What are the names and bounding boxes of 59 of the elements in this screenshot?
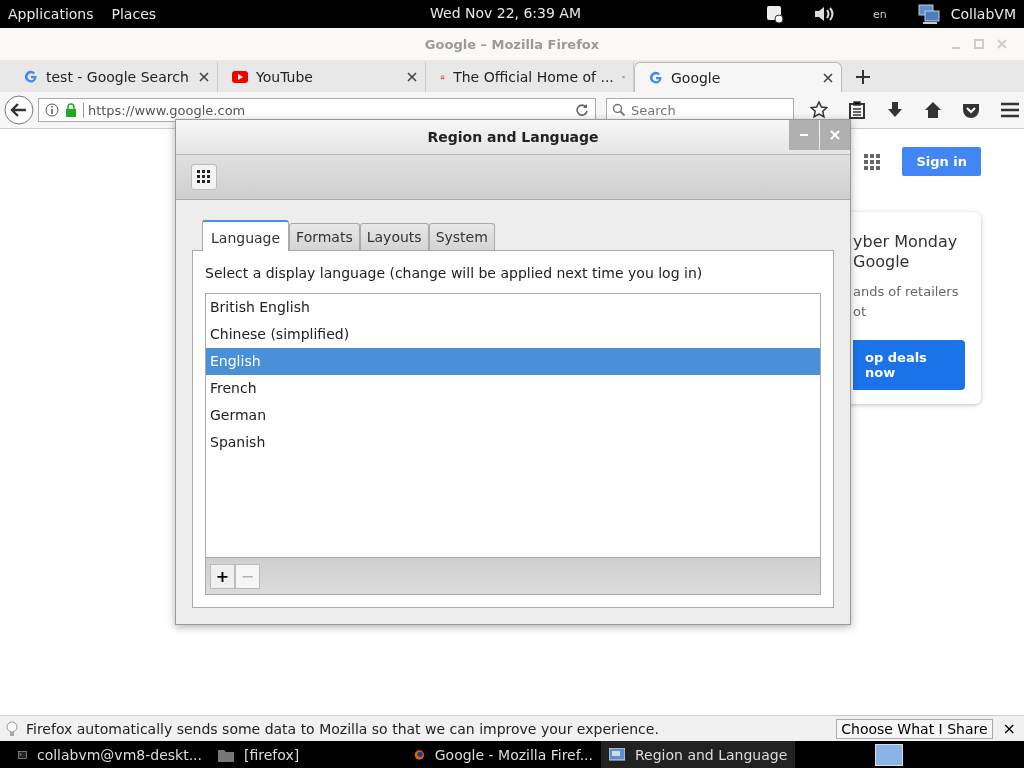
promo-text: ands of retailers — [853, 283, 960, 301]
dialog-tab[interactable]: Language — [202, 220, 290, 251]
promo-title: yber Monday — [853, 232, 959, 252]
dialog-tab[interactable]: Formats — [289, 223, 360, 250]
language-item[interactable]: German — [206, 402, 820, 429]
dialog-tab[interactable]: System — [428, 223, 495, 250]
promo-text: ot — [853, 303, 868, 321]
folder-icon — [218, 747, 234, 762]
clock[interactable]: Wed Nov 22, 6:39 AM — [430, 5, 581, 21]
taskbar-item[interactable]: Google - Mozilla Firef... — [406, 741, 601, 768]
clipboard-icon[interactable] — [848, 101, 866, 119]
back-icon[interactable] — [4, 95, 34, 125]
window-title: Google – Mozilla Firefox — [424, 36, 600, 52]
new-tab-icon[interactable] — [856, 70, 870, 84]
workspace-switcher[interactable] — [875, 743, 904, 766]
notification-text: Firefox automatically sends some data to Mozilla so that we can improve your experience. — [26, 720, 659, 737]
taskbar-item[interactable]: Region and Language — [601, 741, 796, 768]
google-icon — [24, 70, 38, 84]
language-item[interactable]: French — [206, 375, 820, 402]
sign-in-button[interactable]: Sign in — [902, 147, 981, 176]
language-item[interactable]: Spanish — [206, 429, 820, 456]
dialog-tab[interactable]: Layouts — [359, 223, 429, 250]
info-icon[interactable] — [44, 103, 59, 117]
download-icon[interactable] — [886, 101, 904, 119]
user-menu[interactable]: CollabVM — [950, 6, 1016, 22]
close-button[interactable]: × — [1000, 719, 1018, 738]
search-field[interactable]: Search — [606, 98, 794, 122]
bookmark-star-icon[interactable] — [810, 101, 828, 119]
youtube-icon — [232, 71, 248, 83]
pocket-icon[interactable] — [962, 101, 980, 119]
taskbar-item[interactable]: [firefox] — [210, 741, 390, 768]
all-settings-button[interactable] — [191, 164, 217, 190]
google-icon — [649, 70, 663, 85]
language-item[interactable]: Chinese (simplified) — [206, 321, 820, 348]
lightbulb-icon — [6, 720, 18, 737]
choose-what-i-share-button[interactable]: Choose What I Share — [836, 718, 993, 739]
url-field[interactable]: https://www.google.com — [37, 98, 596, 122]
search-icon — [612, 103, 626, 117]
menu-icon[interactable] — [1000, 101, 1020, 119]
reload-icon[interactable] — [575, 103, 589, 117]
top-bar-menu[interactable]: Places — [111, 6, 157, 22]
shop-deals-button[interactable]: op deals now — [853, 340, 965, 390]
browser-tab[interactable]: Google — [634, 62, 842, 92]
network-icon[interactable] — [916, 3, 941, 25]
minimize-icon — [799, 134, 809, 136]
apps-grid-icon — [197, 170, 211, 184]
lock-icon — [64, 103, 77, 117]
flag-icon — [609, 747, 625, 762]
input-source-indicator[interactable]: en — [873, 7, 887, 21]
dialog-title: Region and Language — [427, 129, 599, 145]
promo-title: Google — [853, 252, 911, 272]
top-bar-menu[interactable]: Applications — [8, 6, 94, 22]
instruction-text: Select a display language (change will be applied next time you log in) — [205, 265, 704, 281]
apps-grid-icon[interactable] — [864, 153, 881, 170]
notification-icon[interactable] — [765, 4, 785, 24]
language-item[interactable]: British English — [206, 294, 820, 321]
add-button[interactable]: + — [210, 563, 235, 589]
taskbar-item[interactable]: collabvm@vm8-deskt... — [10, 741, 210, 768]
home-icon[interactable] — [924, 101, 942, 119]
